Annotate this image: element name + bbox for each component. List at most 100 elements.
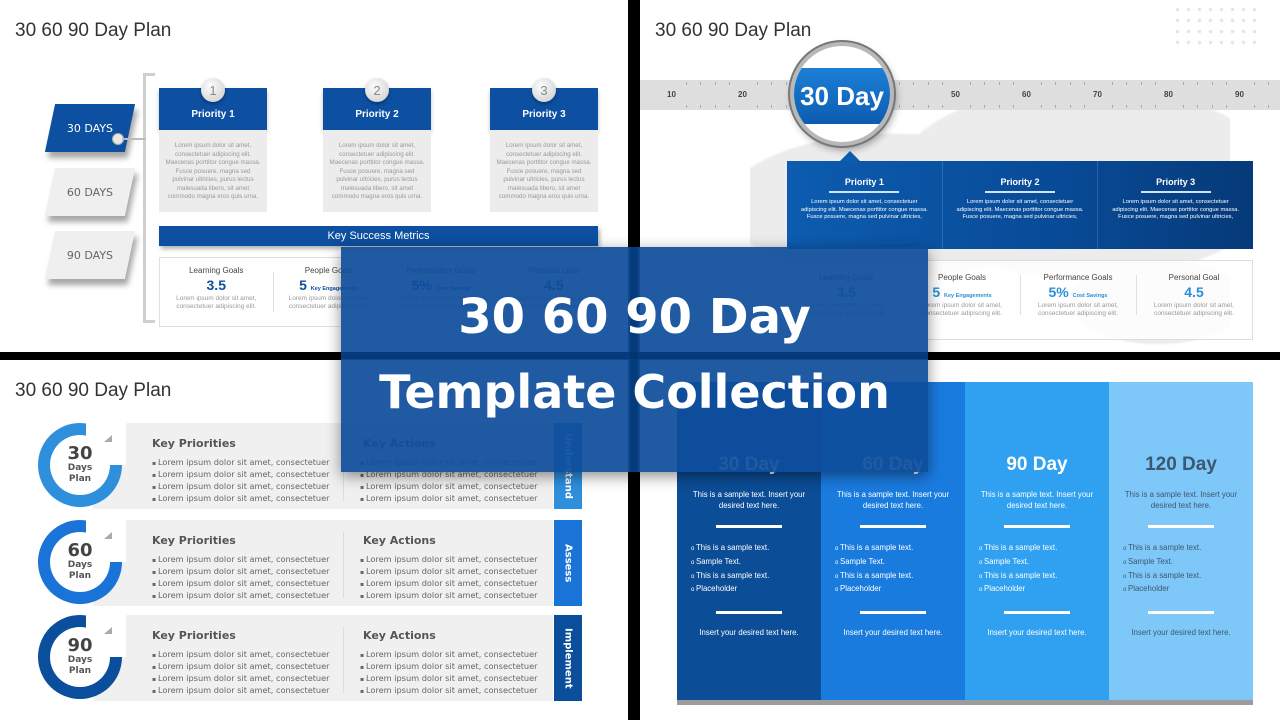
ruler-tick-label: 80 xyxy=(1164,90,1173,99)
tab-60-days[interactable]: 60 DAYS xyxy=(44,168,136,216)
divider xyxy=(716,611,782,615)
bullet-item: Lorem ipsum dolor sit amet, consectetuer xyxy=(360,481,538,493)
bullet-item: Lorem ipsum dolor sit amet, consectetuer xyxy=(360,566,538,578)
priorities-list: Lorem ipsum dolor sit amet, consectetuer… xyxy=(152,457,330,505)
priority-column: Priority 3 Lorem ipsum dolor sit amet, c… xyxy=(1097,161,1253,249)
ruler-minor-tick xyxy=(1183,82,1185,108)
bullet-item: Lorem ipsum dolor sit amet, consectetuer xyxy=(152,685,330,697)
bullet-item: Lorem ipsum dolor sit amet, consectetuer xyxy=(360,493,538,505)
arrow-tip-icon xyxy=(104,435,112,442)
list-item: This is a sample text. xyxy=(979,570,1109,584)
ruler-minor-tick xyxy=(1254,82,1256,108)
list-item: Placeholder xyxy=(835,583,965,597)
bullet-item: Lorem ipsum dolor sit amet, consectetuer xyxy=(360,590,538,602)
list-item: This is a sample text. xyxy=(1123,542,1253,556)
title-banner: 30 60 90 Day Template Collection xyxy=(341,247,928,472)
list-item: This is a sample text. xyxy=(1123,570,1253,584)
ruler-minor-tick xyxy=(1225,82,1227,108)
ruler-minor-tick xyxy=(1268,82,1270,108)
ruler-tick-label: 70 xyxy=(1093,90,1102,99)
ruler-minor-tick xyxy=(1211,82,1213,108)
metric-performance-goals: Performance Goals 5% Cost Savings Lorem … xyxy=(1020,261,1136,339)
priority-column: Priority 1 Lorem ipsum dolor sit amet, c… xyxy=(800,177,928,220)
divider xyxy=(860,525,926,528)
ring-number: 90 xyxy=(67,635,93,656)
bullet-item: Lorem ipsum dolor sit amet, consectetuer xyxy=(360,661,538,673)
bullet-item: Lorem ipsum dolor sit amet, consectetuer xyxy=(152,661,330,673)
column-divider xyxy=(343,627,344,693)
progress-ring-icon: 30 Days Plan xyxy=(38,421,126,507)
bullet-item: Lorem ipsum dolor sit amet, consectetuer xyxy=(152,566,330,578)
key-success-metrics-header: Key Success Metrics xyxy=(159,226,598,246)
phase-tab[interactable]: Implement xyxy=(554,615,582,701)
column-intro: This is a sample text. Insert your desir… xyxy=(1124,490,1238,510)
column-list: This is a sample text.Sample Text.This i… xyxy=(821,542,965,597)
ruler-minor-tick xyxy=(970,82,972,108)
ruler-minor-tick xyxy=(913,82,915,108)
ruler-minor-tick xyxy=(1083,82,1085,108)
list-item: Placeholder xyxy=(1123,583,1253,597)
plan-row: 90 Days Plan Key Priorities Lorem ipsum … xyxy=(38,613,584,701)
ruler-minor-tick xyxy=(941,82,943,108)
progress-ring-icon: 90 Days Plan xyxy=(38,613,126,699)
priority-column: Priority 2 Lorem ipsum dolor sit amet, c… xyxy=(941,161,1098,249)
column-footer: Insert your desired text here. xyxy=(843,628,943,638)
timeline-ruler: 102030405060708090 xyxy=(640,80,1280,110)
list-item: This is a sample text. xyxy=(835,542,965,556)
bullet-item: Lorem ipsum dolor sit amet, consectetuer xyxy=(360,685,538,697)
column-footer: Insert your desired text here. xyxy=(699,628,799,638)
priority-card: 1 Priority 1 Lorem ipsum dolor sit amet,… xyxy=(159,78,267,212)
ruler-minor-tick xyxy=(700,82,702,108)
banner-title: 30 60 90 Day xyxy=(458,289,811,345)
ruler-minor-tick xyxy=(1154,82,1156,108)
ruler-minor-tick xyxy=(1197,82,1199,108)
ruler-minor-tick xyxy=(927,82,929,108)
list-item: This is a sample text. xyxy=(691,570,821,584)
ruler-tick-label: 50 xyxy=(951,90,960,99)
bullet-item: Lorem ipsum dolor sit amet, consectetuer xyxy=(152,578,330,590)
list-item: This is a sample text. xyxy=(691,542,821,556)
bullet-item: Lorem ipsum dolor sit amet, consectetuer xyxy=(152,457,330,469)
ring-number: 60 xyxy=(67,540,93,561)
ruler-minor-tick xyxy=(1012,82,1014,108)
tab-90-days[interactable]: 90 DAYS xyxy=(44,231,136,279)
key-priorities-heading: Key Priorities xyxy=(152,437,236,450)
priority-number-badge: 2 xyxy=(365,78,389,102)
column-footer: Insert your desired text here. xyxy=(1131,628,1231,638)
divider xyxy=(1148,611,1214,615)
key-actions-heading: Key Actions xyxy=(363,534,436,547)
ruler-minor-tick xyxy=(714,82,716,108)
bullet-item: Lorem ipsum dolor sit amet, consectetuer xyxy=(152,493,330,505)
list-item: Placeholder xyxy=(691,583,821,597)
ruler-tick-label: 90 xyxy=(1235,90,1244,99)
timeline-bracket xyxy=(143,73,155,323)
metric-learning-goals: Learning Goals 3.5 Lorem ipsum dolor sit… xyxy=(176,266,257,310)
magnifier-label: 30 Day xyxy=(800,80,884,111)
ruler-minor-tick xyxy=(771,82,773,108)
bullet-item: Lorem ipsum dolor sit amet, consectetuer xyxy=(152,554,330,566)
ruler-minor-tick xyxy=(686,82,688,108)
divider xyxy=(716,525,782,528)
ruler-minor-tick xyxy=(785,82,787,108)
actions-list: Lorem ipsum dolor sit amet, consectetuer… xyxy=(360,649,538,697)
ruler-minor-tick xyxy=(1126,82,1128,108)
priority-card: 3 Priority 3 Lorem ipsum dolor sit amet,… xyxy=(490,78,598,212)
bullet-item: Lorem ipsum dolor sit amet, consectetuer xyxy=(152,481,330,493)
ruler-minor-tick xyxy=(998,82,1000,108)
divider xyxy=(1004,611,1070,615)
column-title: 120 Day xyxy=(1145,454,1217,475)
bullet-item: Lorem ipsum dolor sit amet, consectetuer xyxy=(152,673,330,685)
priority-text: Lorem ipsum dolor sit amet, consectetuer… xyxy=(159,130,267,212)
column-list: This is a sample text.Sample Text.This i… xyxy=(1109,542,1253,597)
phase-tab[interactable]: Assess xyxy=(554,520,582,606)
column-title: 90 Day xyxy=(1006,454,1068,475)
arrow-tip-icon xyxy=(104,627,112,634)
day-column: 120 Day This is a sample text. Insert yo… xyxy=(1109,382,1253,700)
priorities-list: Lorem ipsum dolor sit amet, consectetuer… xyxy=(152,554,330,602)
ruler-tick-label: 20 xyxy=(738,90,747,99)
bullet-item: Lorem ipsum dolor sit amet, consectetuer xyxy=(360,554,538,566)
column-footer: Insert your desired text here. xyxy=(987,628,1087,638)
tab-30-days[interactable]: 30 DAYS xyxy=(44,104,136,152)
day-column: 90 Day This is a sample text. Insert you… xyxy=(965,382,1109,700)
ruler-minor-tick xyxy=(1140,82,1142,108)
